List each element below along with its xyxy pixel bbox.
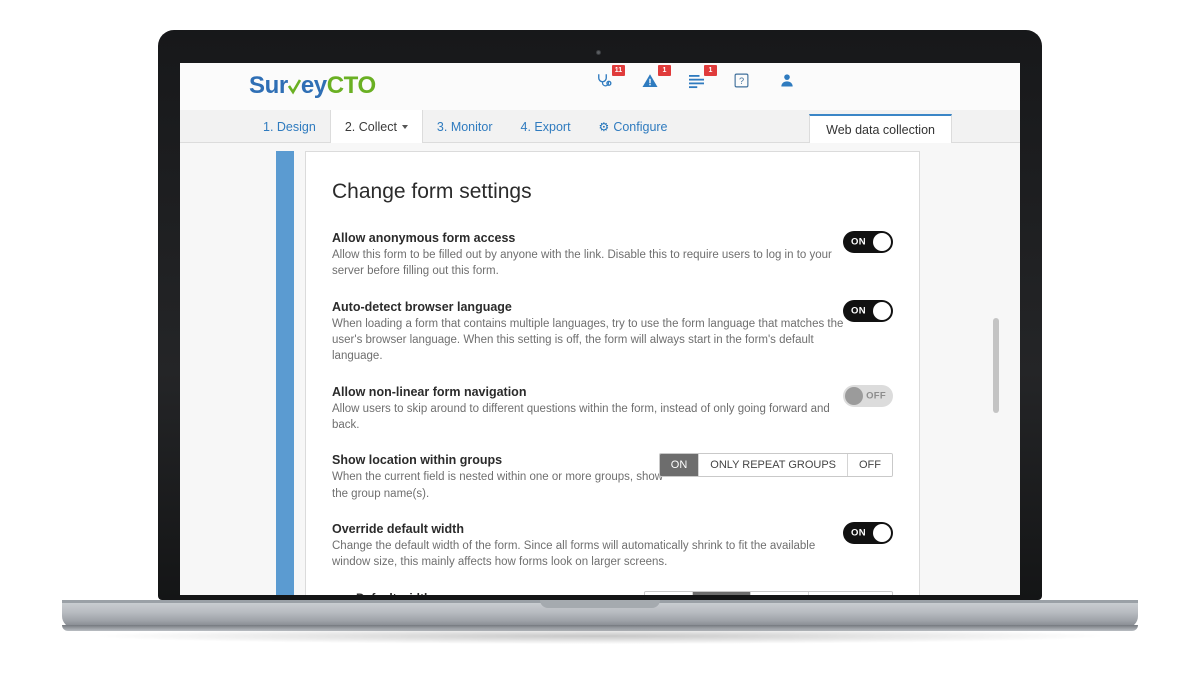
nav-tab-configure[interactable]: ⚙ Configure bbox=[585, 110, 682, 143]
segment-default[interactable]: Default bbox=[693, 591, 752, 595]
setting-description: Allow users to skip around to different … bbox=[332, 402, 830, 431]
app-header: Sur eyCTO 11 1 1 ? bbox=[180, 63, 1020, 110]
chevron-down-icon bbox=[401, 124, 408, 129]
setting-control: ON bbox=[843, 231, 893, 253]
segment-wide[interactable]: Wide bbox=[645, 591, 694, 595]
segmented-default-width: Wide Default Narrow Very Narrow bbox=[644, 590, 893, 595]
content-area: Change form settings Allow anonymous for… bbox=[180, 143, 1020, 595]
toggle-allow-non-linear-form-navigation[interactable]: OFF bbox=[843, 384, 893, 407]
stethoscope-badge: 11 bbox=[612, 65, 625, 76]
toggle-state-label: ON bbox=[851, 236, 866, 248]
nav-tab-design[interactable]: 1. Design bbox=[249, 110, 330, 143]
toggle-knob bbox=[845, 386, 863, 405]
tab-web-data-collection-label: Web data collection bbox=[826, 123, 935, 137]
setting-show-location-within-groups: Show location within groups When the cur… bbox=[332, 453, 893, 502]
segment-off[interactable]: OFF bbox=[848, 454, 892, 477]
screenshot-root: Sur eyCTO 11 1 1 ? 1. Design 2. Collect … bbox=[0, 0, 1200, 675]
setting-control: ON bbox=[843, 299, 893, 322]
nav-tab-collect-label: 2. Collect bbox=[344, 119, 397, 134]
surveycto-logo: Sur eyCTO bbox=[249, 72, 376, 100]
toggle-override-default-width[interactable]: ON bbox=[843, 521, 893, 544]
segment-only-repeat-groups[interactable]: ONLY REPEAT GROUPS bbox=[699, 454, 848, 477]
segment-narrow[interactable]: Narrow bbox=[751, 591, 810, 595]
toggle-allow-anonymous-form-access[interactable]: ON bbox=[843, 231, 893, 253]
help-question-icon[interactable]: ? bbox=[733, 72, 753, 92]
alert-triangle-icon[interactable]: 1 bbox=[641, 65, 671, 92]
segment-on[interactable]: ON bbox=[659, 454, 700, 477]
segment-very-narrow[interactable]: Very Narrow bbox=[809, 591, 892, 595]
gear-icon: ⚙ bbox=[598, 119, 610, 134]
content-scrollbar-thumb[interactable] bbox=[993, 318, 999, 413]
toggle-state-label: ON bbox=[851, 305, 866, 317]
laptop-base-notch bbox=[540, 600, 660, 608]
laptop-drop-shadow bbox=[100, 628, 1100, 644]
setting-control: ON ONLY REPEAT GROUPS OFF bbox=[658, 453, 893, 478]
logo-text-ey: ey bbox=[300, 72, 327, 99]
nav-tab-list: 1. Design 2. Collect 3. Monitor 4. Expor… bbox=[249, 110, 682, 144]
stethoscope-icon[interactable]: 11 bbox=[595, 65, 625, 92]
setting-description: Allow this form to be filled out by anyo… bbox=[332, 249, 832, 278]
setting-title: Override default width bbox=[332, 521, 464, 536]
logo-text-cto: CTO bbox=[326, 72, 376, 99]
setting-text: Allow non-linear form navigation Allow u… bbox=[332, 385, 893, 434]
tasks-badge: 1 bbox=[704, 65, 717, 76]
toggle-knob bbox=[873, 233, 891, 251]
header-icon-group: 11 1 1 ? bbox=[595, 65, 799, 92]
tab-web-data-collection[interactable]: Web data collection bbox=[809, 114, 952, 145]
setting-description: Change the default width of the form. Si… bbox=[332, 539, 816, 569]
toggle-auto-detect-browser-language[interactable]: ON bbox=[843, 299, 893, 322]
primary-nav: 1. Design 2. Collect 3. Monitor 4. Expor… bbox=[180, 110, 1020, 145]
nav-tab-configure-label: Configure bbox=[613, 119, 668, 134]
setting-title: Allow anonymous form access bbox=[332, 231, 516, 245]
change-form-settings-panel: Change form settings Allow anonymous for… bbox=[305, 151, 920, 595]
setting-allow-anonymous-form-access: Allow anonymous form access Allow this f… bbox=[332, 231, 893, 280]
setting-description: When the current field is nested within … bbox=[332, 471, 664, 500]
alert-badge: 1 bbox=[658, 65, 671, 76]
toggle-knob bbox=[873, 301, 891, 320]
svg-text:?: ? bbox=[739, 76, 744, 86]
toggle-state-label: OFF bbox=[866, 390, 886, 402]
setting-text: Auto-detect browser language When loadin… bbox=[332, 300, 893, 365]
setting-default-width: Default width Default width of the form.… bbox=[356, 590, 893, 595]
nav-tab-export[interactable]: 4. Export bbox=[507, 110, 585, 143]
user-account-icon[interactable] bbox=[779, 72, 799, 92]
tasks-list-icon[interactable]: 1 bbox=[687, 65, 717, 92]
segmented-show-location-within-groups: ON ONLY REPEAT GROUPS OFF bbox=[658, 453, 893, 478]
toggle-state-label: ON bbox=[851, 527, 866, 539]
nav-tab-monitor-label: 3. Monitor bbox=[436, 119, 493, 134]
nav-tab-monitor[interactable]: 3. Monitor bbox=[423, 110, 507, 143]
setting-text: Allow anonymous form access Allow this f… bbox=[332, 231, 893, 280]
setting-text: Override default width Change the defaul… bbox=[332, 522, 893, 571]
setting-control: Wide Default Narrow Very Narrow bbox=[644, 590, 893, 595]
toggle-knob bbox=[873, 523, 891, 542]
page-title: Change form settings bbox=[332, 180, 532, 203]
section-accent-rail bbox=[276, 151, 294, 595]
setting-title: Allow non-linear form navigation bbox=[332, 384, 527, 399]
laptop-camera-lens bbox=[597, 51, 600, 54]
setting-description: When loading a form that contains multip… bbox=[332, 317, 844, 363]
setting-control: ON bbox=[843, 521, 893, 544]
setting-allow-non-linear-form-navigation: Allow non-linear form navigation Allow u… bbox=[332, 384, 893, 434]
setting-title: Auto-detect browser language bbox=[332, 299, 512, 314]
nav-tab-design-label: 1. Design bbox=[263, 119, 316, 134]
laptop-screen: Sur eyCTO 11 1 1 ? 1. Design 2. Collect … bbox=[180, 63, 1020, 595]
nav-tab-export-label: 4. Export bbox=[520, 119, 571, 134]
setting-override-default-width: Override default width Change the defaul… bbox=[332, 521, 893, 571]
setting-auto-detect-browser-language: Auto-detect browser language When loadin… bbox=[332, 299, 893, 365]
nav-tab-collect[interactable]: 2. Collect bbox=[329, 110, 423, 144]
logo-text-sur: Sur bbox=[249, 72, 288, 99]
logo-checkmark bbox=[287, 72, 301, 99]
setting-control: OFF bbox=[843, 384, 893, 407]
content-scrollbar[interactable] bbox=[993, 143, 1010, 595]
